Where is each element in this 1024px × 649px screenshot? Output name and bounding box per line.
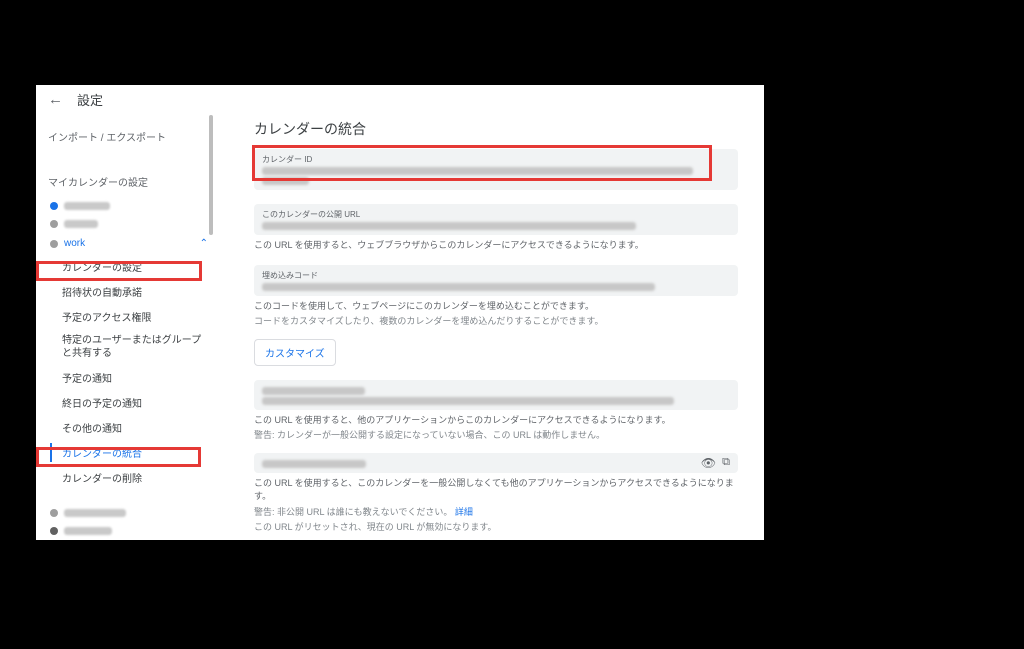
sidebar-item-label: 終日の予定の通知: [62, 395, 142, 410]
help-text: この URL がリセットされ、現在の URL が無効になります。: [254, 521, 738, 535]
blurred-value: [262, 177, 309, 185]
sidebar-item-label: work: [64, 238, 85, 249]
dot-icon: [50, 527, 58, 535]
customize-button[interactable]: カスタマイズ: [254, 339, 336, 366]
help-text: この URL を使用すると、このカレンダーを一般公開しなくても他のアプリケーショ…: [254, 477, 738, 504]
field-label: カレンダー ID: [262, 154, 730, 165]
sidebar-item-label: 予定の通知: [62, 370, 112, 385]
copy-icon[interactable]: ⧉: [722, 456, 730, 470]
main-content: カレンダーの統合 カレンダー ID このカレンダーの公開 URL この URL …: [214, 113, 764, 540]
blurred-label: [64, 527, 112, 535]
field-ical-public[interactable]: [254, 380, 738, 410]
sidebar-calendar-item[interactable]: [44, 215, 214, 233]
field-label: 埋め込みコード: [262, 270, 730, 281]
sidebar-item-delete-calendar[interactable]: カレンダーの削除: [44, 465, 214, 490]
warning-text: 警告: 非公開 URL は誰にも教えないでください。 詳細: [254, 506, 738, 520]
sidebar-item-auto-accept[interactable]: 招待状の自動承諾: [44, 279, 214, 304]
eye-off-icon[interactable]: 👁: [701, 456, 716, 470]
sidebar-item-event-notifications[interactable]: 予定の通知: [44, 365, 214, 390]
dot-icon: [50, 240, 58, 248]
dot-icon: [50, 509, 58, 517]
help-text: コードをカスタマイズしたり、複数のカレンダーを埋め込んだりすることができます。: [254, 315, 738, 329]
sidebar-item-access-permissions[interactable]: 予定のアクセス権限: [44, 304, 214, 329]
sidebar-calendar-item[interactable]: [44, 197, 214, 215]
field-embed-code[interactable]: 埋め込みコード: [254, 265, 738, 296]
sidebar-item-label: その他の通知: [62, 420, 122, 435]
blurred-label: [64, 220, 98, 228]
back-arrow-icon[interactable]: ←: [48, 91, 63, 108]
dot-icon: [50, 202, 58, 210]
sidebar-calendar-item[interactable]: [44, 522, 214, 540]
help-text: この URL を使用すると、ウェブブラウザからこのカレンダーにアクセスできるよう…: [254, 239, 738, 253]
blurred-value: [262, 283, 655, 291]
warning-prefix: 警告: 非公開 URL は誰にも教えないでください。: [254, 507, 452, 517]
settings-window: ← 設定 インポート / エクスポート マイカレンダーの設定 work ⌃ カレ…: [36, 85, 764, 540]
chevron-up-icon: ⌃: [200, 238, 208, 249]
header: ← 設定: [36, 85, 764, 113]
sidebar-item-share-specific[interactable]: 特定のユーザーまたはグループと共有する: [44, 329, 214, 365]
sidebar-item-other-notifications[interactable]: その他の通知: [44, 415, 214, 440]
sidebar-item-label: カレンダーの削除: [62, 470, 142, 485]
blurred-label: [64, 509, 126, 517]
sidebar-import-export[interactable]: インポート / エクスポート: [44, 121, 214, 152]
sidebar-item-allday-notifications[interactable]: 終日の予定の通知: [44, 390, 214, 415]
warning-text: 警告: カレンダーが一般公開する設定になっていない場合、この URL は動作しま…: [254, 429, 738, 443]
help-text: このコードを使用して、ウェブページにこのカレンダーを埋め込むことができます。: [254, 300, 738, 314]
sidebar: インポート / エクスポート マイカレンダーの設定 work ⌃ カレンダーの設…: [36, 113, 214, 540]
details-link[interactable]: 詳細: [455, 507, 473, 517]
dot-icon: [50, 220, 58, 228]
blurred-value: [262, 222, 636, 230]
sidebar-calendar-item[interactable]: [44, 504, 214, 522]
blurred-label: [262, 387, 365, 395]
blurred-label: [262, 460, 366, 468]
page-title: 設定: [77, 90, 103, 109]
sidebar-item-label: カレンダーの統合: [62, 445, 142, 460]
field-ical-private[interactable]: 👁 ⧉: [254, 453, 738, 473]
blurred-value: [262, 397, 674, 405]
sidebar-item-label: 特定のユーザーまたはグループと共有する: [62, 334, 208, 360]
help-text: この URL を使用すると、他のアプリケーションからこのカレンダーにアクセスでき…: [254, 414, 738, 428]
sidebar-item-calendar-integration[interactable]: カレンダーの統合: [44, 440, 214, 465]
sidebar-item-calendar-settings[interactable]: カレンダーの設定: [44, 254, 214, 279]
field-public-url[interactable]: このカレンダーの公開 URL: [254, 204, 738, 235]
section-title: カレンダーの統合: [254, 119, 738, 139]
field-label: このカレンダーの公開 URL: [262, 209, 730, 220]
blurred-label: [64, 202, 110, 210]
sidebar-item-label: カレンダーの設定: [62, 259, 142, 274]
sidebar-item-label: 招待状の自動承諾: [62, 284, 142, 299]
sidebar-item-label: 予定のアクセス権限: [62, 309, 152, 324]
sidebar-my-calendars: マイカレンダーの設定: [44, 166, 214, 197]
field-calendar-id[interactable]: カレンダー ID: [254, 149, 738, 190]
sidebar-calendar-work[interactable]: work ⌃: [44, 233, 214, 254]
blurred-value: [262, 167, 693, 175]
